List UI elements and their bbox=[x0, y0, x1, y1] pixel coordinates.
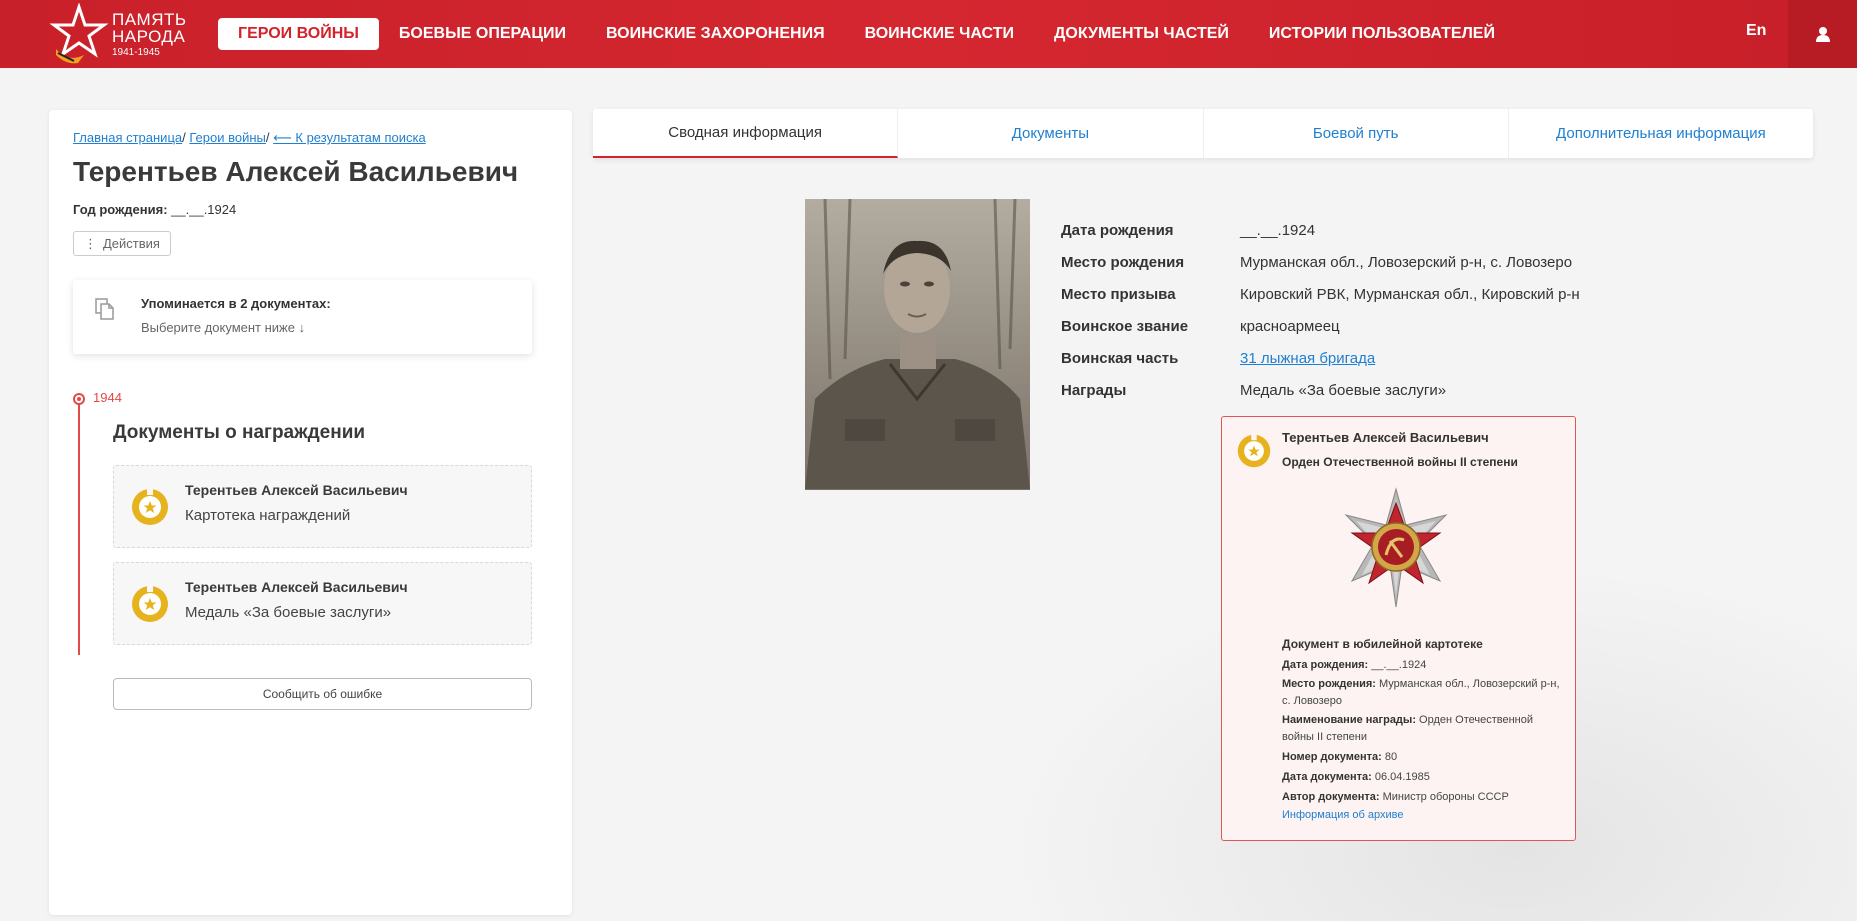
user-icon bbox=[1815, 27, 1830, 42]
birth-year: Год рождения: __.__.1924 bbox=[73, 202, 236, 217]
breadcrumb: Главная страница/ Герои войны/ ⟵ К резул… bbox=[73, 130, 426, 146]
info-value: красноармеец bbox=[1240, 318, 1340, 335]
nav-units[interactable]: Воинские части bbox=[845, 18, 1034, 50]
award-detail-line: Дата документа: 06.04.1985 bbox=[1282, 769, 1567, 786]
award-docs-title: Документы о награждении bbox=[113, 422, 366, 443]
award-detail-value: 06.04.1985 bbox=[1374, 771, 1430, 783]
info-value: Кировский РВК, Мурманская обл., Кировски… bbox=[1240, 286, 1580, 303]
nav-user-stories[interactable]: Истории пользователей bbox=[1249, 18, 1515, 50]
nav-unit-documents[interactable]: Документы частей bbox=[1034, 18, 1249, 50]
logo-years: 1941-1945 bbox=[112, 46, 160, 58]
award-doc-card[interactable]: Терентьев Алексей Васильевич Картотека н… bbox=[113, 465, 532, 548]
hero-photo bbox=[805, 199, 1030, 490]
breadcrumb-sep: / bbox=[265, 130, 270, 145]
timeline-line bbox=[78, 400, 80, 655]
top-header: ПАМЯТЬ НАРОДА 1941-1945 Герои войны Боев… bbox=[0, 0, 1857, 68]
doc-card-subtitle: Медаль «За боевые заслуги» bbox=[185, 604, 392, 621]
info-label: Место призыва bbox=[1061, 286, 1176, 303]
award-detail-label: Дата рождения: bbox=[1282, 659, 1369, 671]
medal-icon bbox=[130, 584, 170, 629]
tab-combat-path[interactable]: Боевой путь bbox=[1204, 109, 1509, 158]
mentions-card: Упоминается в 2 документах: Выберите док… bbox=[73, 280, 532, 354]
documents-icon bbox=[95, 298, 115, 325]
star-ribbon-logo-icon bbox=[48, 2, 110, 65]
award-detail-label: Автор документа: bbox=[1282, 791, 1380, 803]
tab-additional-info[interactable]: Дополнительная информация bbox=[1509, 109, 1813, 158]
breadcrumb-sep: / bbox=[182, 130, 186, 145]
info-value: __.__.1924 bbox=[1240, 222, 1316, 239]
info-label: Воинское звание bbox=[1061, 318, 1189, 335]
award-doc-card[interactable]: Терентьев Алексей Васильевич Медаль «За … bbox=[113, 562, 532, 645]
nav-heroes[interactable]: Герои войны bbox=[218, 18, 379, 50]
birth-year-label: Год рождения: bbox=[73, 202, 168, 217]
site-logo[interactable]: ПАМЯТЬ НАРОДА 1941-1945 bbox=[48, 2, 198, 65]
logo-line-1: ПАМЯТЬ bbox=[112, 9, 187, 29]
award-detail-line: Наименование награды: Орден Отечественно… bbox=[1282, 712, 1567, 746]
tab-summary[interactable]: Сводная информация bbox=[593, 109, 899, 158]
hero-sidebar: Главная страница/ Герои войны/ ⟵ К резул… bbox=[49, 110, 572, 915]
military-unit-link[interactable]: 31 лыжная бригада bbox=[1240, 350, 1375, 367]
award-detail-label: Наименование награды: bbox=[1282, 714, 1416, 726]
user-account-button[interactable] bbox=[1788, 0, 1857, 68]
main-nav: Герои войны Боевые операции Воинские зах… bbox=[218, 18, 1515, 50]
award-doc-title: Документ в юбилейной картотеке bbox=[1282, 637, 1483, 651]
doc-card-name: Терентьев Алексей Васильевич bbox=[185, 579, 408, 595]
logo-line-2: НАРОДА bbox=[112, 26, 186, 46]
actions-button[interactable]: ⋮ Действия bbox=[73, 231, 171, 256]
breadcrumb-heroes[interactable]: Герои войны bbox=[189, 130, 266, 145]
award-detail-line: Автор документа: Министр обороны СССР bbox=[1282, 789, 1567, 806]
nav-burials[interactable]: Воинские захоронения bbox=[586, 18, 845, 50]
back-to-results-link[interactable]: ⟵ К результатам поиска bbox=[273, 130, 426, 145]
medal-icon bbox=[130, 487, 170, 532]
report-error-button[interactable]: Сообщить об ошибке bbox=[113, 678, 532, 710]
award-detail-label: Дата документа: bbox=[1282, 771, 1372, 783]
award-detail-line: Дата рождения: __.__.1924 bbox=[1282, 657, 1567, 674]
order-patriotic-war-icon bbox=[1336, 485, 1456, 615]
info-label: Дата рождения bbox=[1061, 222, 1174, 239]
mentions-subtitle: Выберите документ ниже ↓ bbox=[141, 320, 306, 335]
award-detail-value: Министр обороны СССР bbox=[1382, 791, 1509, 803]
award-detail-line: Номер документа: 80 bbox=[1282, 749, 1567, 766]
medal-icon bbox=[1236, 433, 1272, 474]
logo-text: ПАМЯТЬ НАРОДА 1941-1945 bbox=[112, 11, 187, 58]
mentions-title: Упоминается в 2 документах: bbox=[141, 296, 331, 311]
doc-card-name: Терентьев Алексей Васильевич bbox=[185, 482, 408, 498]
award-detail-label: Номер документа: bbox=[1282, 751, 1382, 763]
timeline-dot bbox=[73, 393, 85, 405]
timeline-year: 1944 bbox=[93, 390, 122, 405]
award-person-name: Терентьев Алексей Васильевич bbox=[1282, 430, 1489, 445]
nav-operations[interactable]: Боевые операции bbox=[379, 18, 586, 50]
info-value-link: 31 лыжная бригада bbox=[1240, 350, 1375, 367]
more-vertical-icon: ⋮ bbox=[84, 235, 97, 251]
tab-documents[interactable]: Документы bbox=[898, 109, 1204, 158]
birth-year-value: __.__.1924 bbox=[171, 202, 237, 217]
award-detail-value: 80 bbox=[1384, 751, 1398, 763]
actions-label: Действия bbox=[103, 236, 160, 251]
person-name: Терентьев Алексей Васильевич bbox=[73, 156, 519, 187]
award-detail-value: __.__.1924 bbox=[1371, 659, 1427, 671]
info-label: Воинская часть bbox=[1061, 350, 1179, 367]
award-detail-line: Место рождения: Мурманская обл., Ловозер… bbox=[1282, 676, 1567, 710]
award-detail-label: Место рождения: bbox=[1282, 678, 1376, 690]
language-switch[interactable]: En bbox=[1746, 22, 1766, 40]
info-label: Место рождения bbox=[1061, 254, 1185, 271]
doc-card-subtitle: Картотека награждений bbox=[185, 507, 351, 524]
info-value: Мурманская обл., Ловозерский р-н, с. Лов… bbox=[1240, 254, 1573, 271]
award-popup-card: Терентьев Алексей Васильевич Орден Отече… bbox=[1221, 416, 1576, 841]
info-label: Награды bbox=[1061, 382, 1127, 399]
award-order-name: Орден Отечественной войны II степени bbox=[1282, 455, 1518, 469]
hero-tabs: Сводная информация Документы Боевой путь… bbox=[593, 109, 1813, 158]
breadcrumb-home[interactable]: Главная страница bbox=[73, 130, 182, 145]
info-value: Медаль «За боевые заслуги» bbox=[1240, 382, 1447, 399]
archive-info-link[interactable]: Информация об архиве bbox=[1282, 809, 1403, 821]
